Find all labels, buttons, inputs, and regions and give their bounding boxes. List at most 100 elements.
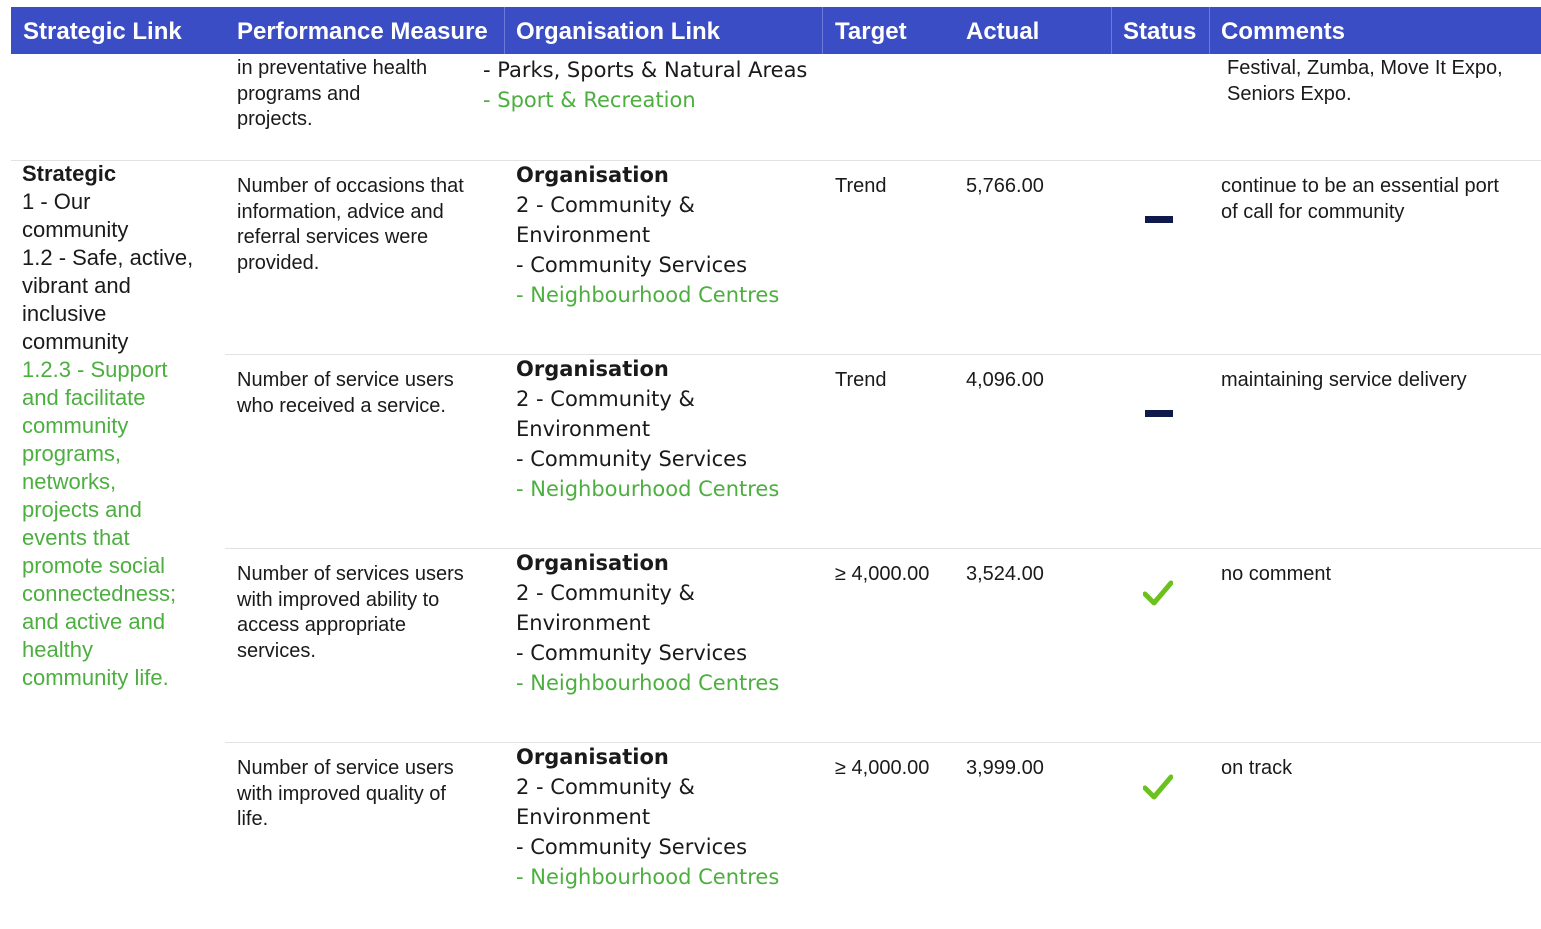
checkmark-icon [1143, 774, 1173, 800]
comment-cell: on track [1221, 756, 1539, 782]
comment-line: continue to be an essential port [1221, 175, 1499, 197]
org-line: Environment [516, 805, 651, 829]
comment-cell: no comment [1221, 562, 1539, 588]
comment-line: Festival, Zumba, Move It Expo, [1227, 57, 1503, 79]
strategic-green-line: community [22, 413, 129, 438]
actual-value: 3,999.00 [966, 757, 1044, 779]
strategic-line: 1 - Our [22, 189, 91, 214]
row-divider [225, 742, 1541, 743]
strategic-line: vibrant and [22, 273, 131, 298]
org-line: - Community Services [516, 447, 748, 471]
dash-icon [1145, 216, 1173, 223]
org-line-green: - Neighbourhood Centres [516, 865, 780, 889]
organisation-cell: Organisation 2 - Community & Environment… [516, 354, 779, 504]
measure-cell: Number of services users with improved a… [237, 562, 497, 664]
comment-line: on track [1221, 757, 1293, 779]
org-line: - Community Services [516, 641, 748, 665]
comment-line: no comment [1221, 563, 1332, 585]
strategic-green-line: healthy [22, 637, 93, 662]
comment-line: of call for community [1221, 200, 1405, 223]
measure-line: with improved ability to [237, 588, 440, 611]
target-value: ≥ 4,000.00 [835, 563, 930, 585]
target-value: Trend [835, 369, 887, 391]
header-actual: Actual [966, 18, 1040, 45]
header-performance-measure: Performance Measure [237, 18, 488, 45]
org-line: - Community Services [516, 253, 748, 277]
strategic-green-line: 1.2.3 - Support [22, 357, 168, 382]
strategic-heading: Strategic [22, 161, 117, 186]
org-line: - Parks, Sports & Natural Areas [483, 58, 808, 82]
comment-cell: continue to be an essential port of call… [1221, 174, 1539, 225]
measure-cell: Number of occasions that information, ad… [237, 174, 497, 276]
measure-line: Number of occasions that [237, 175, 464, 197]
actual-value: 5,766.00 [966, 175, 1044, 197]
actual-value: 4,096.00 [966, 369, 1044, 391]
org-line-green: - Sport & Recreation [483, 88, 696, 112]
measure-cell: Number of service users with improved qu… [237, 756, 497, 833]
header-target: Target [835, 18, 907, 45]
measure-line: who received a service. [237, 394, 446, 417]
org-line: Environment [516, 417, 651, 441]
org-line: - Community Services [516, 835, 748, 859]
measure-cell: in preventative health programs and proj… [237, 56, 487, 133]
target-value: Trend [835, 175, 887, 197]
measure-cell: Number of service users who received a s… [237, 368, 497, 419]
strategic-green-line: and facilitate [22, 385, 146, 410]
measure-line: Number of service users [237, 369, 454, 391]
org-line: 2 - Community & [516, 193, 695, 217]
measure-line: services. [237, 639, 316, 662]
org-line-green: - Neighbourhood Centres [516, 671, 780, 695]
organisation-cell: Organisation 2 - Community & Environment… [516, 160, 779, 310]
strategic-green-line: and active and [22, 609, 166, 634]
measure-line: projects. [237, 108, 313, 130]
strategic-green-line: projects and [22, 497, 142, 522]
header-strategic-link: Strategic Link [23, 18, 182, 45]
org-line-green: - Neighbourhood Centres [516, 477, 780, 501]
org-line: 2 - Community & [516, 387, 695, 411]
org-heading: Organisation [516, 357, 669, 381]
org-line: 2 - Community & [516, 775, 695, 799]
header-divider [1209, 7, 1210, 54]
measure-line: referral services were [237, 226, 429, 248]
header-comments: Comments [1221, 18, 1346, 45]
org-heading: Organisation [516, 163, 669, 187]
org-line-green: - Neighbourhood Centres [516, 283, 780, 307]
comment-line: maintaining service delivery [1221, 369, 1467, 391]
org-heading: Organisation [516, 745, 669, 769]
strategic-line: inclusive [22, 301, 107, 326]
dash-icon [1145, 410, 1173, 417]
strategic-link-cell: Strategic 1 - Our community 1.2 - Safe, … [22, 160, 222, 692]
row-divider [225, 354, 1541, 355]
measure-line: provided. [237, 251, 320, 274]
measure-line: Number of services users [237, 563, 464, 585]
measure-line: programs and [237, 82, 361, 105]
comment-cell: Festival, Zumba, Move It Expo, Seniors E… [1227, 56, 1537, 107]
strategic-green-line: events that [22, 525, 130, 550]
header-divider [1111, 7, 1112, 54]
header-status: Status [1123, 18, 1197, 45]
org-heading: Organisation [516, 551, 669, 575]
table-header: Strategic Link Performance Measure Organ… [11, 7, 1541, 54]
measure-line: with improved quality of [237, 782, 446, 805]
organisation-cell: Organisation 2 - Community & Environment… [516, 742, 779, 892]
org-line: 2 - Community & [516, 581, 695, 605]
comment-line: Seniors Expo. [1227, 82, 1352, 105]
strategic-green-line: connectedness; [22, 581, 177, 606]
org-line: Environment [516, 223, 651, 247]
header-divider [504, 7, 505, 54]
comment-cell: maintaining service delivery [1221, 368, 1539, 394]
target-value: ≥ 4,000.00 [835, 757, 930, 779]
measure-line: access appropriate [237, 614, 406, 636]
strategic-line: community [22, 329, 129, 354]
header-organisation-link: Organisation Link [516, 18, 721, 45]
strategic-line: 1.2 - Safe, active, [22, 245, 194, 270]
row-divider [225, 548, 1541, 549]
measure-line: information, advice and [237, 200, 444, 223]
strategic-line: community [22, 217, 129, 242]
measure-line: life. [237, 808, 269, 830]
strategic-green-line: networks, [22, 469, 117, 494]
org-line: Environment [516, 611, 651, 635]
organisation-cell: - Parks, Sports & Natural Areas - Sport … [483, 55, 807, 115]
actual-value: 3,524.00 [966, 563, 1044, 585]
measure-line: in preventative health [237, 57, 428, 79]
